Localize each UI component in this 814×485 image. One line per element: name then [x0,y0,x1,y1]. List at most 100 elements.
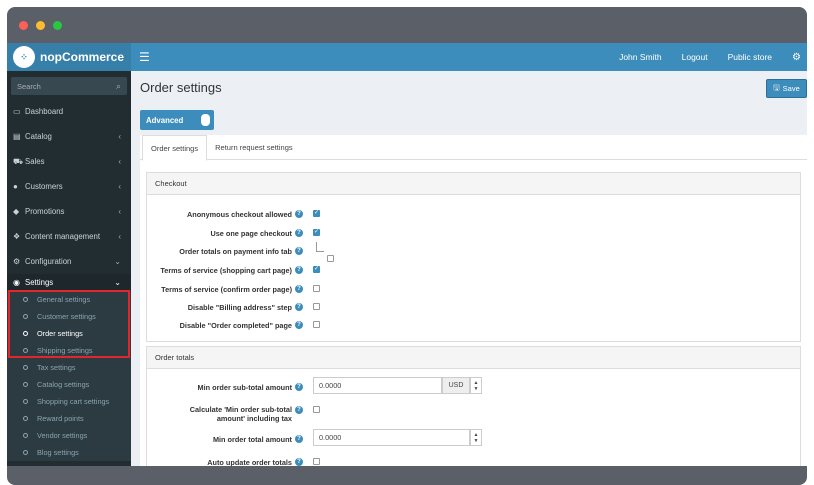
sidebar-subitem-label: General settings [37,295,91,304]
sidebar-subitem-blog-settings[interactable]: Blog settings [7,444,131,461]
toggle-knob [201,114,210,126]
sidebar-subitem-label: Catalog settings [37,380,90,389]
circle-icon [23,297,28,302]
tabs-container: Order settings Return request settings C… [140,135,807,466]
sidebar-item-settings[interactable]: ◉ Settings ⌄ [7,274,131,291]
public-store-link[interactable]: Public store [728,52,772,62]
checkout-checkbox[interactable] [313,285,320,292]
gears-icon: ⚙ [13,257,21,266]
sidebar-item-dashboard[interactable]: ▭ Dashboard [7,99,131,124]
sidebar-subitem-shipping-settings[interactable]: Shipping settings [7,342,131,359]
sidebar-subitem-shopping-cart-settings[interactable]: Shopping cart settings [7,393,131,410]
auto-update-checkbox[interactable] [313,458,320,465]
sidebar-item-label: Catalog [25,132,52,141]
maximize-dot[interactable] [53,20,62,30]
circle-icon [23,331,28,336]
help-icon[interactable]: ? [295,458,303,466]
help-icon[interactable]: ? [295,210,303,218]
logo-icon: ⁘ [13,46,35,68]
main-content: Order settings 🖫 Save Advanced Order set… [131,71,807,466]
checkout-row-label: Order totals on payment info tab [179,247,292,256]
logout-link[interactable]: Logout [682,52,708,62]
checkout-checkbox[interactable] [313,209,320,217]
checkout-row: Use one page checkout? [147,228,802,242]
min-subtotal-input[interactable]: 0.0000 [313,377,442,394]
auto-update-label: Auto update order totals [207,458,292,466]
menu-toggle-icon[interactable]: ☰ [139,50,150,64]
sidebar-item-label: Content management [25,232,100,241]
sidebar-item-customers[interactable]: ● Customers ‹ [7,174,131,199]
sidebar-subitem-label: Order settings [37,329,83,338]
minimize-dot[interactable] [36,20,45,30]
page-title: Order settings [140,80,222,95]
top-navbar: ⁘ nopCommerce ☰ John Smith Logout Public… [7,43,807,71]
min-total-input[interactable]: 0.0000 [313,429,470,446]
checkout-row: Disable "Order completed" page? [147,320,802,334]
sidebar-item-catalog[interactable]: ▤ Catalog ‹ [7,124,131,149]
help-icon[interactable]: ? [295,303,303,311]
calc-tax-label-line2: amount' including tax [216,414,292,423]
help-icon[interactable]: ? [295,383,303,391]
sidebar-subitem-reward-points[interactable]: Reward points [7,410,131,427]
checkout-row-label: Use one page checkout [210,229,292,238]
search-icon[interactable]: ⌕ [116,81,121,92]
sidebar-subitem-tax-settings[interactable]: Tax settings [7,359,131,376]
help-icon[interactable]: ? [295,435,303,443]
sidebar-item-label: Dashboard [25,107,64,116]
user-name-link[interactable]: John Smith [619,52,662,62]
checkout-checkbox[interactable] [313,303,320,310]
calc-tax-checkbox[interactable] [313,406,320,413]
monitor-icon: ▭ [13,107,21,116]
checkout-panel: Checkout Anonymous checkout allowed?Use … [146,172,801,342]
help-icon[interactable]: ? [295,266,303,274]
search-input[interactable]: Search [17,82,41,91]
min-total-stepper[interactable]: ▲ ▼ [470,429,482,446]
sidebar-item-sales[interactable]: ⛟ Sales ‹ [7,149,131,174]
sidebar-subitem-vendor-settings[interactable]: Vendor settings [7,427,131,444]
cart-icon: ⛟ [13,156,24,166]
calc-tax-label: Calculate 'Min order sub-total amount' in… [142,405,292,423]
checkout-checkbox[interactable] [313,265,320,273]
sidebar-item-content-management[interactable]: ❖ Content management ‹ [7,224,131,249]
circle-icon [23,399,28,404]
sidebar-item-label: Sales [25,157,45,166]
logo-text: nopCommerce [40,50,125,64]
help-icon[interactable]: ? [295,406,303,414]
sidebar-search[interactable]: Search ⌕ [11,77,127,95]
sidebar-subitem-label: Reward points [37,414,84,423]
save-button[interactable]: 🖫 Save [766,79,807,98]
help-icon[interactable]: ? [295,229,303,237]
tab-return-request-settings[interactable]: Return request settings [207,135,301,159]
floppy-icon: 🖫 [773,83,780,92]
sidebar-item-label: Customers [25,182,63,191]
checkout-checkbox[interactable] [313,228,320,236]
help-icon[interactable]: ? [295,247,303,255]
min-total-label: Min order total amount [212,435,292,444]
sidebar-subitem-catalog-settings[interactable]: Catalog settings [7,376,131,393]
sidebar-subitem-label: Vendor settings [37,431,88,440]
checkout-checkbox[interactable] [313,321,320,328]
checkout-checkbox[interactable] [327,255,334,262]
sidebar-subitem-order-settings[interactable]: Order settings [7,325,131,342]
checkout-row: Disable "Billing address" step? [147,302,802,316]
book-icon: ▤ [13,132,21,141]
sidebar-subitem-general-settings[interactable]: General settings [7,291,131,308]
sidebar-subitem-customer-settings[interactable]: Customer settings [7,308,131,325]
advanced-toggle[interactable]: Advanced [140,110,214,130]
tab-order-settings[interactable]: Order settings [142,135,208,161]
checkout-row: Terms of service (confirm order page)? [147,284,802,298]
help-icon[interactable]: ? [295,321,303,329]
sidebar-item-configuration[interactable]: ⚙ Configuration ⌄ [7,249,131,274]
logo[interactable]: ⁘ nopCommerce [7,43,131,71]
min-subtotal-stepper[interactable]: ▲ ▼ [470,377,482,394]
circle-icon [23,450,28,455]
sidebar-item-promotions[interactable]: ◆ Promotions ‹ [7,199,131,224]
close-dot[interactable] [19,20,28,30]
help-icon[interactable]: ? [295,285,303,293]
chevron-icon: ⌄ [114,257,121,266]
calc-tax-row: Calculate 'Min order sub-total amount' in… [147,405,802,423]
auto-update-row: Auto update order totals ? [147,457,802,466]
sidebar-item-label: Configuration [25,257,72,266]
chevron-icon: ‹ [118,232,121,241]
gears-icon[interactable]: ⚙ [792,52,801,63]
